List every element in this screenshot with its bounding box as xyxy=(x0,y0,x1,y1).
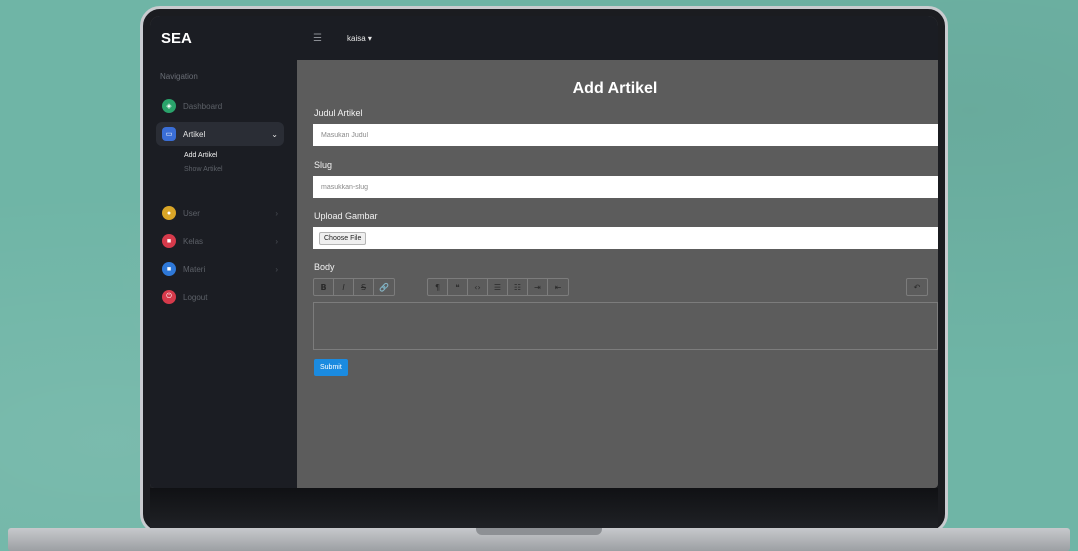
page-title: Add Artikel xyxy=(572,80,658,97)
bold-icon[interactable]: B xyxy=(314,279,334,295)
brand-logo[interactable]: SEA xyxy=(161,30,192,47)
indent-icon[interactable]: ⇥ xyxy=(528,279,548,295)
outdent-icon[interactable]: ⇤ xyxy=(548,279,568,295)
submit-button[interactable]: Submit xyxy=(314,359,348,376)
heading-icon[interactable]: ¶ xyxy=(428,279,448,295)
judul-label: Judul Artikel xyxy=(314,108,363,118)
nav-heading: Navigation xyxy=(160,72,198,81)
laptop-bezel-bottom xyxy=(150,488,938,530)
file-input: Choose File xyxy=(313,227,938,249)
judul-input[interactable] xyxy=(313,124,938,146)
bullet-list-icon[interactable]: ☰ xyxy=(488,279,508,295)
numbered-list-icon[interactable]: ☷ xyxy=(508,279,528,295)
materi-icon: ■ xyxy=(162,262,176,276)
upload-label: Upload Gambar xyxy=(314,211,378,221)
sidebar-item-dashboard[interactable]: ◈ Dashboard xyxy=(156,94,284,118)
sub-item-show-artikel[interactable]: Show Artikel xyxy=(184,166,223,173)
sub-item-add-artikel[interactable]: Add Artikel xyxy=(184,152,217,159)
slug-label: Slug xyxy=(314,160,333,170)
sidebar-item-kelas[interactable]: ■ Kelas › xyxy=(156,229,284,253)
user-dropdown[interactable]: kaisa ▾ xyxy=(347,34,372,43)
dashboard-icon: ◈ xyxy=(162,99,176,113)
strikethrough-icon[interactable]: S xyxy=(354,279,374,295)
toolbar-group-history: ↶ xyxy=(906,278,928,296)
sidebar-item-materi[interactable]: ■ Materi › xyxy=(156,257,284,281)
sidebar-item-label: Logout xyxy=(183,292,208,302)
sidebar-item-label: Materi xyxy=(183,264,206,274)
body-editor[interactable] xyxy=(313,302,938,350)
sidebar-item-label: Artikel xyxy=(183,129,206,139)
toolbar-group-blocks: ¶ ❝ ‹› ☰ ☷ ⇥ ⇤ xyxy=(427,278,569,296)
logout-icon: ⏻ xyxy=(162,290,176,304)
sidebar-item-label: Dashboard xyxy=(183,101,223,111)
chevron-down-icon: ⌄ xyxy=(271,129,278,139)
laptop-notch xyxy=(476,528,602,535)
code-icon[interactable]: ‹› xyxy=(468,279,488,295)
sidebar-item-label: Kelas xyxy=(183,236,204,246)
slug-input[interactable] xyxy=(313,176,938,198)
user-icon: ● xyxy=(162,206,176,220)
sidebar-item-label: User xyxy=(183,208,200,218)
body-label: Body xyxy=(314,262,335,272)
sidebar-item-user[interactable]: ● User › xyxy=(156,201,284,225)
chevron-right-icon: › xyxy=(275,236,278,246)
kelas-icon: ■ xyxy=(162,234,176,248)
toolbar-group-format: B I S 🔗 xyxy=(313,278,395,296)
undo-icon[interactable]: ↶ xyxy=(907,279,927,295)
laptop-screen: SEA ☰ kaisa ▾ Navigation ◈ Dashboard ▭ A… xyxy=(150,16,938,488)
artikel-icon: ▭ xyxy=(162,127,176,141)
sidebar: Navigation ◈ Dashboard ▭ Artikel ⌄ Add A… xyxy=(150,60,297,488)
italic-icon[interactable]: I xyxy=(334,279,354,295)
chevron-right-icon: › xyxy=(275,264,278,274)
sidebar-item-artikel[interactable]: ▭ Artikel ⌄ xyxy=(156,122,284,146)
quote-icon[interactable]: ❝ xyxy=(448,279,468,295)
chevron-right-icon: › xyxy=(275,208,278,218)
topbar: SEA ☰ kaisa ▾ xyxy=(150,16,938,60)
hamburger-icon[interactable]: ☰ xyxy=(313,33,322,44)
link-icon[interactable]: 🔗 xyxy=(374,279,394,295)
choose-file-button[interactable]: Choose File xyxy=(319,231,367,245)
sidebar-item-logout[interactable]: ⏻ Logout xyxy=(156,285,284,309)
